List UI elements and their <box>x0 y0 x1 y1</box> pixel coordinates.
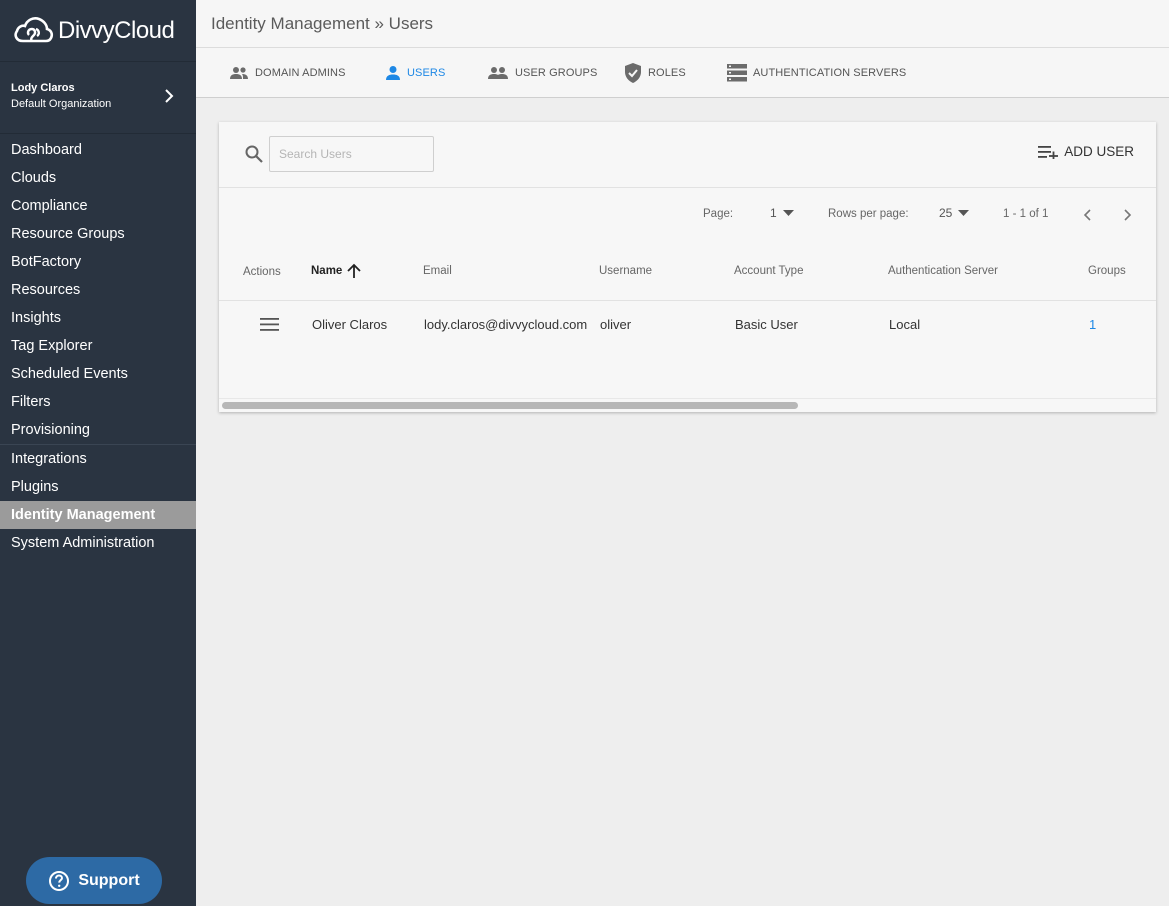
cell-groups-link[interactable]: 1 <box>1089 317 1096 332</box>
search-icon <box>245 145 263 163</box>
person-icon <box>386 66 400 80</box>
page-select[interactable]: 1 <box>770 206 794 220</box>
chevron-left-icon[interactable] <box>1083 208 1093 222</box>
cell-account-type: Basic User <box>735 317 798 332</box>
divider <box>219 398 1156 399</box>
tab-label: ROLES <box>648 67 686 79</box>
caret-down-icon <box>958 210 970 216</box>
caret-down-icon <box>782 210 794 216</box>
servers-icon <box>727 64 747 82</box>
search-input[interactable] <box>269 136 434 172</box>
page-label: Page: <box>703 208 734 220</box>
nav-item-clouds[interactable]: Clouds <box>0 164 196 192</box>
logo-text: DivvyCloud <box>58 16 175 44</box>
column-header-username[interactable]: Username <box>599 265 652 277</box>
divider <box>219 187 1156 188</box>
user-switcher[interactable]: Lody Claros Default Organization <box>0 62 196 134</box>
horizontal-scrollbar[interactable] <box>219 400 1156 412</box>
column-header-email[interactable]: Email <box>423 265 452 277</box>
tab-label: DOMAIN ADMINS <box>255 67 346 79</box>
add-user-label: ADD USER <box>1064 144 1134 159</box>
chevron-right-icon <box>165 89 174 103</box>
help-icon <box>49 870 70 891</box>
divider <box>219 300 1156 301</box>
nav-item-identity-management[interactable]: Identity Management <box>0 501 196 529</box>
tab-authentication-servers[interactable]: AUTHENTICATION SERVERS <box>727 48 906 98</box>
nav-item-system-administration[interactable]: System Administration <box>0 529 196 557</box>
user-org: Default Organization <box>11 98 112 110</box>
people-icon <box>230 67 248 79</box>
tab-users[interactable]: USERS <box>385 48 445 98</box>
nav-item-insights[interactable]: Insights <box>0 304 196 332</box>
cell-name: Oliver Claros <box>312 317 388 332</box>
chevron-right-icon[interactable] <box>1122 208 1132 222</box>
group-icon <box>488 67 508 79</box>
nav-item-provisioning[interactable]: Provisioning <box>0 416 196 444</box>
nav-item-resources[interactable]: Resources <box>0 276 196 304</box>
scrollbar-thumb[interactable] <box>222 402 798 409</box>
tab-bar: DOMAIN ADMINS USERS USER GROUPS ROLES AU… <box>196 48 1169 98</box>
logo[interactable]: DivvyCloud <box>0 0 196 62</box>
arrow-up-icon <box>347 263 361 278</box>
cell-username: oliver <box>600 317 632 332</box>
support-label: Support <box>78 871 140 889</box>
menu-icon[interactable] <box>260 318 279 331</box>
rows-per-page-value: 25 <box>939 206 953 220</box>
column-header-actions: Actions <box>243 266 281 278</box>
support-button[interactable]: Support <box>26 857 162 904</box>
cell-email: lody.claros@divvycloud.com <box>424 317 588 332</box>
sidebar: DivvyCloud Lody Claros Default Organizat… <box>0 0 196 906</box>
column-header-authentication-server[interactable]: Authentication Server <box>888 265 998 277</box>
users-card: ADD USER Page: 1 Rows per page: 25 1 - 1… <box>219 122 1156 412</box>
tab-roles[interactable]: ROLES <box>624 48 686 98</box>
page-range: 1 - 1 of 1 <box>1003 208 1049 220</box>
nav-item-scheduled-events[interactable]: Scheduled Events <box>0 360 196 388</box>
nav-item-integrations[interactable]: Integrations <box>0 445 196 473</box>
tab-domain-admins[interactable]: DOMAIN ADMINS <box>229 48 346 98</box>
nav-item-compliance[interactable]: Compliance <box>0 192 196 220</box>
tab-user-groups[interactable]: USER GROUPS <box>487 48 597 98</box>
rows-per-page-select[interactable]: 25 <box>939 206 970 220</box>
nav-item-filters[interactable]: Filters <box>0 388 196 416</box>
cell-auth-server: Local <box>889 317 921 332</box>
nav-item-resource-groups[interactable]: Resource Groups <box>0 220 196 248</box>
column-header-name[interactable]: Name <box>311 262 363 280</box>
page-title: Identity Management » Users <box>211 14 434 33</box>
tab-label: USERS <box>407 67 446 79</box>
sidebar-nav: Dashboard Clouds Compliance Resource Gro… <box>0 134 196 557</box>
cloud-logo-icon <box>14 16 54 42</box>
playlist-add-icon <box>1038 145 1059 159</box>
tab-label: AUTHENTICATION SERVERS <box>753 67 907 79</box>
column-header-account-type[interactable]: Account Type <box>734 265 803 277</box>
page-value: 1 <box>770 206 777 220</box>
page-header: Identity Management » Users <box>196 0 1169 48</box>
add-user-button[interactable]: ADD USER <box>1038 144 1134 159</box>
column-header-label: Name <box>311 265 343 277</box>
tab-label: USER GROUPS <box>515 67 598 79</box>
rows-per-page-label: Rows per page: <box>828 208 909 220</box>
shield-icon <box>625 63 641 83</box>
user-name: Lody Claros <box>11 82 75 94</box>
column-header-groups[interactable]: Groups <box>1088 265 1126 277</box>
nav-item-dashboard[interactable]: Dashboard <box>0 136 196 164</box>
nav-item-plugins[interactable]: Plugins <box>0 473 196 501</box>
nav-item-tag-explorer[interactable]: Tag Explorer <box>0 332 196 360</box>
nav-item-botfactory[interactable]: BotFactory <box>0 248 196 276</box>
